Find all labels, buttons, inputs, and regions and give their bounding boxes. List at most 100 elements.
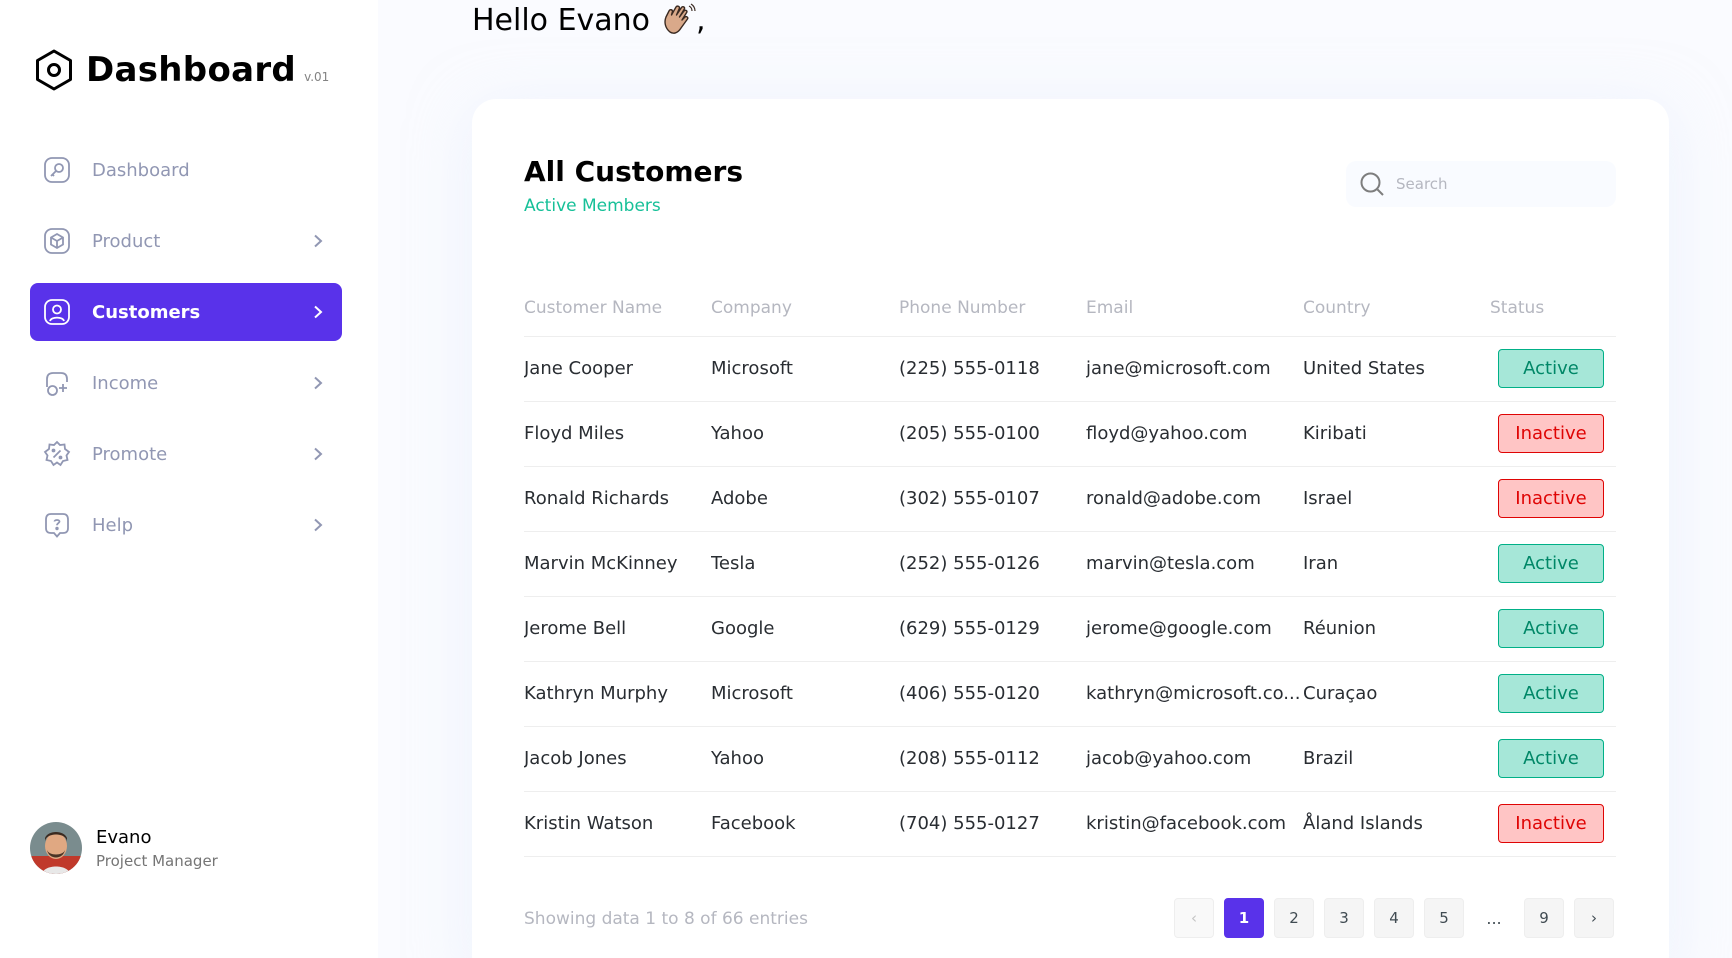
table-row[interactable]: Jane Cooper Microsoft (225) 555-0118 jan… [524,336,1616,402]
status-badge: Active [1498,739,1604,778]
customer-company: Microsoft [711,661,899,727]
greeting: Hello Evano , [472,2,706,38]
customer-status-cell: Inactive [1490,466,1616,532]
column-header[interactable]: Company [711,280,899,337]
customer-company: Tesla [711,531,899,597]
column-header[interactable]: Country [1303,280,1490,337]
customers-table: Customer Name Company Phone Number Email… [524,280,1616,857]
customer-company: Adobe [711,466,899,532]
card-subtitle[interactable]: Active Members [524,196,661,216]
sidebar-nav: Dashboard Product Customers Income Promo… [30,141,342,567]
customer-email: ronald@adobe.com [1086,466,1303,532]
customer-status-cell: Active [1490,531,1616,597]
greeting-text: Hello Evano [472,2,651,38]
column-header[interactable]: Customer Name [524,280,711,337]
search-box[interactable] [1346,161,1616,207]
sidebar-item-label: Customers [92,301,201,323]
page-button-4[interactable]: 4 [1374,898,1414,938]
brand-version: v.01 [304,70,330,84]
column-header[interactable]: Phone Number [899,280,1086,337]
customer-country: Iran [1303,531,1490,597]
customer-email: jacob@yahoo.com [1086,726,1303,792]
user-profile[interactable]: Evano Project Manager [30,822,218,874]
sidebar-item-dashboard[interactable]: Dashboard [30,141,342,199]
customer-phone: (302) 555-0107 [899,466,1086,532]
table-row[interactable]: Ronald Richards Adobe (302) 555-0107 ron… [524,466,1616,532]
customer-status-cell: Active [1490,336,1616,402]
customer-status-cell: Active [1490,726,1616,792]
pagination-ellipsis: ... [1486,908,1502,928]
customer-email: kathryn@microsoft.co... [1086,661,1303,727]
column-header[interactable]: Status [1490,280,1616,337]
customer-phone: (252) 555-0126 [899,531,1086,597]
customer-email: marvin@tesla.com [1086,531,1303,597]
table-row[interactable]: Marvin McKinney Tesla (252) 555-0126 mar… [524,531,1616,597]
search-input[interactable] [1396,175,1596,193]
customer-country: Réunion [1303,596,1490,662]
customer-country: United States [1303,336,1490,402]
customer-email: floyd@yahoo.com [1086,401,1303,467]
page-button-9[interactable]: 9 [1524,898,1564,938]
discount-shape-icon [42,439,72,469]
table-row[interactable]: Floyd Miles Yahoo (205) 555-0100 floyd@y… [524,401,1616,467]
customer-name: Jane Cooper [524,336,711,402]
customer-phone: (205) 555-0100 [899,401,1086,467]
waving-hand-icon [660,2,696,38]
chevron-right-icon [308,231,328,251]
greeting-suffix: , [696,2,706,38]
table-row[interactable]: Jerome Bell Google (629) 555-0129 jerome… [524,596,1616,662]
wallet-money-icon [42,368,72,398]
status-badge: Inactive [1498,479,1604,518]
prev-page-button[interactable]: ‹ [1174,898,1214,938]
sidebar-item-product[interactable]: Product [30,212,342,270]
chevron-right-icon [308,515,328,535]
sidebar-item-label: Promote [92,443,168,465]
card-title: All Customers [524,155,744,188]
customer-company: Microsoft [711,336,899,402]
customer-country: Curaçao [1303,661,1490,727]
table-row[interactable]: Kristin Watson Facebook (704) 555-0127 k… [524,791,1616,857]
sidebar-item-promote[interactable]: Promote [30,425,342,483]
customer-country: Israel [1303,466,1490,532]
column-header[interactable]: Email [1086,280,1303,337]
customer-company: Facebook [711,791,899,857]
customer-email: jerome@google.com [1086,596,1303,662]
chevron-right-icon [308,302,328,322]
avatar [30,822,82,874]
chevron-right-icon [308,373,328,393]
sidebar-item-customers[interactable]: Customers [30,283,342,341]
sidebar-item-label: Dashboard [92,159,190,181]
sidebar-item-income[interactable]: Income [30,354,342,412]
message-question-icon [42,510,72,540]
page-button-2[interactable]: 2 [1274,898,1314,938]
customer-phone: (704) 555-0127 [899,791,1086,857]
table-row[interactable]: Kathryn Murphy Microsoft (406) 555-0120 … [524,661,1616,727]
pagination: ‹ 1 2 3 4 5 ... 9 › [1174,898,1624,938]
sidebar-item-label: Product [92,230,161,252]
customer-phone: (208) 555-0112 [899,726,1086,792]
customers-card: All Customers Active Members Customer Na… [472,99,1669,958]
profile-info: Evano Project Manager [96,827,218,870]
customer-name: Jerome Bell [524,596,711,662]
customer-email: kristin@facebook.com [1086,791,1303,857]
customer-status-cell: Active [1490,661,1616,727]
next-page-button[interactable]: › [1574,898,1614,938]
customer-name: Marvin McKinney [524,531,711,597]
page-button-3[interactable]: 3 [1324,898,1364,938]
customer-name: Kristin Watson [524,791,711,857]
key-square-icon [42,155,72,185]
customer-status-cell: Active [1490,596,1616,662]
sidebar-item-label: Income [92,372,159,394]
customer-country: Brazil [1303,726,1490,792]
sidebar-item-help[interactable]: Help [30,496,342,554]
page-button-5[interactable]: 5 [1424,898,1464,938]
customer-country: Kiribati [1303,401,1490,467]
profile-name: Evano [96,826,152,848]
table-row[interactable]: Jacob Jones Yahoo (208) 555-0112 jacob@y… [524,726,1616,792]
page-button-1[interactable]: 1 [1224,898,1264,938]
brand-title: Dashboard [86,50,297,90]
customer-company: Yahoo [711,401,899,467]
cube-icon [42,226,72,256]
user-square-icon [42,297,72,327]
sidebar-item-label: Help [92,514,134,536]
